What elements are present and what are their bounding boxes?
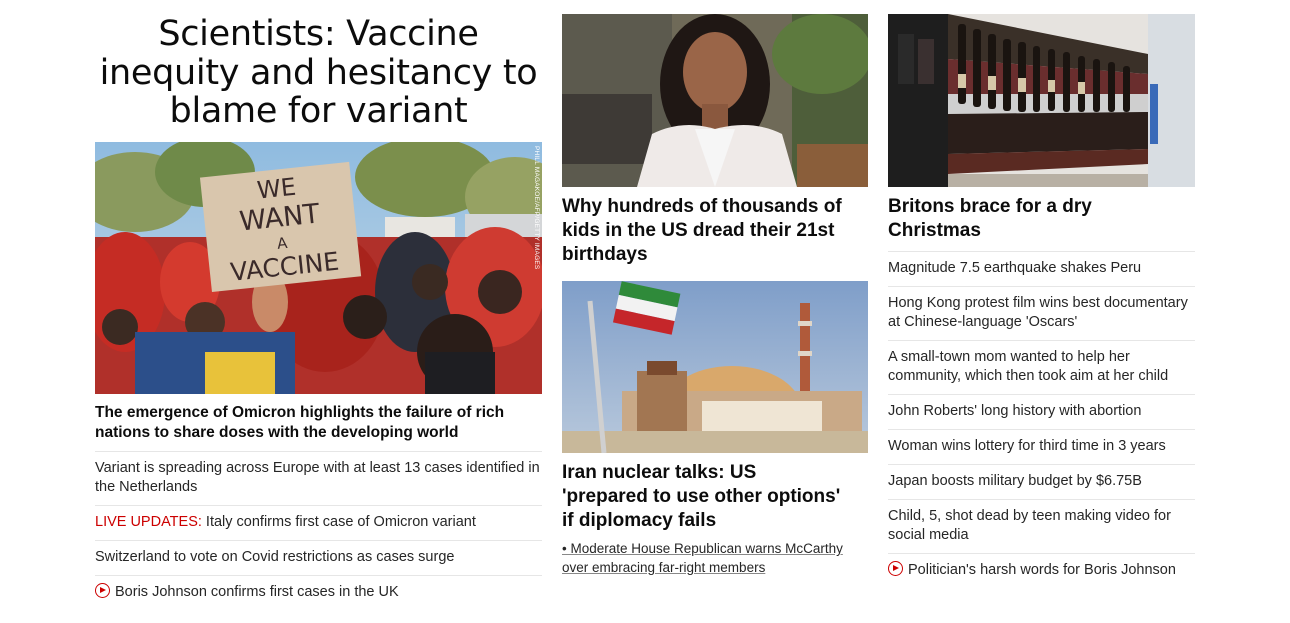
play-video-icon (888, 561, 903, 576)
list-item-text[interactable]: A small-town mom wanted to help her comm… (888, 349, 1168, 384)
story-headline[interactable]: Why hundreds of thousands of kids in the… (562, 195, 868, 267)
list-item[interactable]: Woman wins lottery for third time in 3 y… (888, 430, 1195, 465)
story-headline-line[interactable]: 'prepared to use other options' (562, 485, 868, 509)
lead-headline[interactable]: Scientists: Vaccine inequity and hesitan… (95, 15, 542, 141)
story-headline-line[interactable]: Iran nuclear talks: US (562, 461, 868, 485)
liquor-shelf-photo[interactable] (888, 14, 1195, 187)
story-headline-line[interactable]: birthdays (562, 243, 868, 267)
lead-headline-line[interactable]: blame for variant (95, 92, 542, 131)
list-item-text[interactable]: Switzerland to vote on Covid restriction… (95, 549, 454, 565)
lead-headline-line[interactable]: Scientists: Vaccine (95, 15, 542, 54)
list-item-text[interactable]: Variant is spreading across Europe with … (95, 460, 540, 495)
middle-stories: Why hundreds of thousands of kids in the… (562, 14, 868, 577)
story-headline[interactable]: Iran nuclear talks: US 'prepared to use … (562, 461, 868, 533)
list-item[interactable]: John Roberts' long history with abortion (888, 395, 1195, 430)
list-item[interactable]: Hong Kong protest film wins best documen… (888, 287, 1195, 341)
story-headline-line[interactable]: kids in the US dread their 21st (562, 219, 868, 243)
right-stories: Britons brace for a dry Christmas Magnit… (888, 14, 1195, 588)
story-headline-line[interactable]: Christmas (888, 219, 1195, 243)
list-item-text[interactable]: Japan boosts military budget by $6.75B (888, 473, 1142, 489)
list-item[interactable]: Magnitude 7.5 earthquake shakes Peru (888, 252, 1195, 287)
list-item[interactable]: Japan boosts military budget by $6.75B (888, 465, 1195, 500)
nuclear-plant-photo[interactable] (562, 281, 868, 453)
lead-caption[interactable]: The emergence of Omicron highlights the … (95, 403, 542, 452)
related-link[interactable]: • Moderate House Republican warns McCart… (562, 539, 868, 577)
list-item[interactable]: Switzerland to vote on Covid restriction… (95, 541, 542, 576)
story-headline-line[interactable]: if diplomacy fails (562, 509, 868, 533)
related-link-line[interactable]: over embracing far-right members (562, 560, 765, 575)
photo-credit: PHILL MAGAKOE/AFP/GETTY IMAGES (533, 146, 540, 270)
list-item-text[interactable]: Child, 5, shot dead by teen making video… (888, 508, 1171, 543)
lead-headline-line[interactable]: inequity and hesitancy to (95, 53, 542, 93)
list-item-text[interactable]: Hong Kong protest film wins best documen… (888, 295, 1188, 330)
story-headline-line[interactable]: Britons brace for a dry (888, 195, 1195, 219)
list-item-text[interactable]: Woman wins lottery for third time in 3 y… (888, 438, 1166, 454)
play-video-icon (95, 583, 110, 598)
related-link-line[interactable]: • Moderate House Republican warns McCart… (562, 541, 843, 556)
live-updates-label[interactable]: LIVE UPDATES: (95, 514, 202, 530)
vaccine-protest-photo[interactable]: WE WANT A VACCINE PHILL MAGAKOE/AFP/GETT… (95, 142, 542, 394)
list-item[interactable]: Variant is spreading across Europe with … (95, 452, 542, 506)
lead-story: Scientists: Vaccine inequity and hesitan… (95, 14, 542, 610)
list-item-text[interactable]: John Roberts' long history with abortion (888, 403, 1141, 419)
list-item[interactable]: LIVE UPDATES: Italy confirms first case … (95, 506, 542, 541)
list-item-text[interactable]: Boris Johnson confirms first cases in th… (115, 584, 399, 600)
list-item[interactable]: Politician's harsh words for Boris Johns… (888, 554, 1195, 588)
list-item[interactable]: A small-town mom wanted to help her comm… (888, 341, 1195, 395)
list-item-text[interactable]: Magnitude 7.5 earthquake shakes Peru (888, 260, 1141, 276)
list-item[interactable]: Boris Johnson confirms first cases in th… (95, 576, 542, 610)
story-headline-line[interactable]: Why hundreds of thousands of (562, 195, 868, 219)
story-headline-wrap: Britons brace for a dry Christmas (888, 195, 1195, 252)
student-portrait-photo[interactable] (562, 14, 868, 187)
list-item[interactable]: Child, 5, shot dead by teen making video… (888, 500, 1195, 554)
story-headline[interactable]: Britons brace for a dry Christmas (888, 195, 1195, 243)
sign-text: WE (256, 173, 298, 205)
list-item-text[interactable]: Politician's harsh words for Boris Johns… (908, 562, 1176, 578)
list-item-text[interactable]: Italy confirms first case of Omicron var… (202, 514, 476, 530)
